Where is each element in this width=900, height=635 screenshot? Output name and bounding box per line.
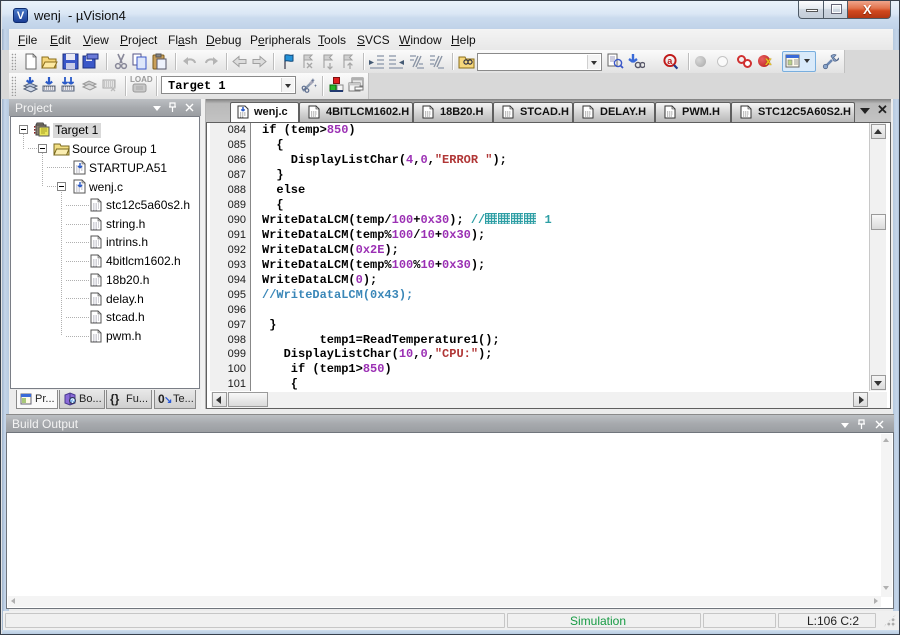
svg-text:a: a — [667, 56, 673, 66]
svg-text:?: ? — [71, 398, 75, 405]
